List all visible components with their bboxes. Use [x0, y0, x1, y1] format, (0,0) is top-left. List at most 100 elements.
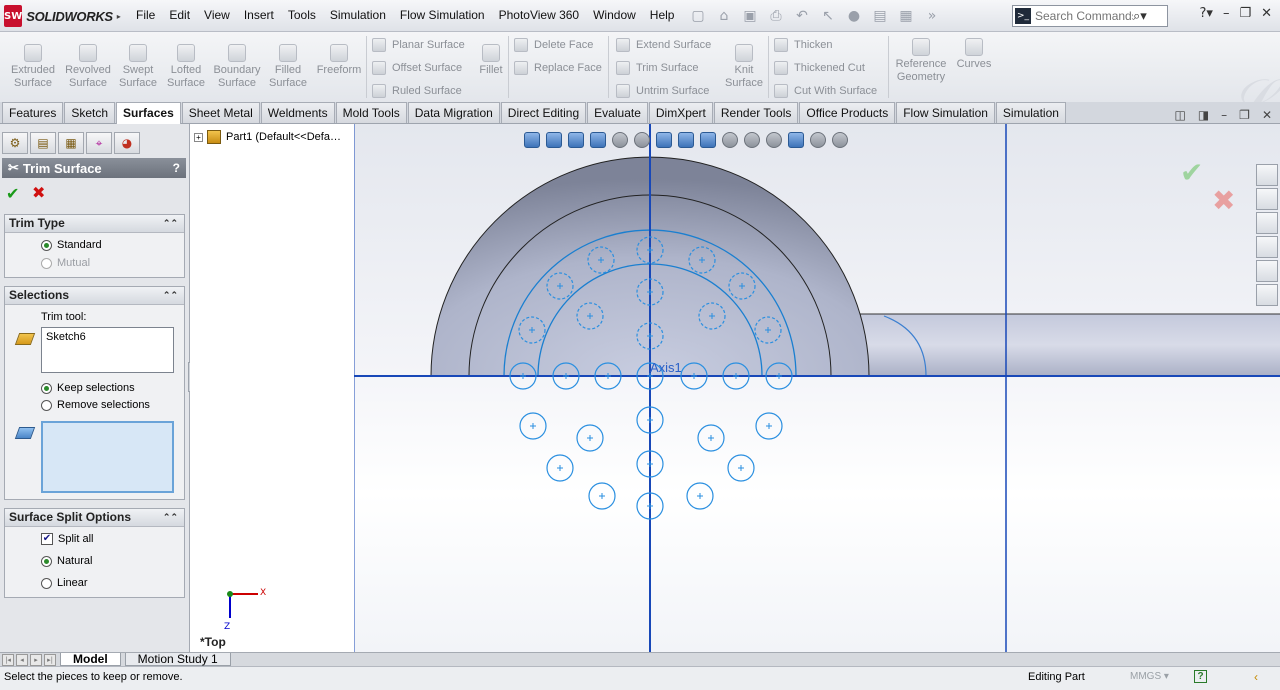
tab-motion-study-1[interactable]: Motion Study 1 [124, 653, 231, 666]
last-tab-icon[interactable]: ▸| [44, 653, 56, 666]
print-icon[interactable]: ⎙ [766, 6, 786, 26]
group-header[interactable]: Trim Type ⌃⌃ [5, 215, 184, 233]
tab-features[interactable]: Features [2, 102, 64, 123]
solidworks-logo[interactable]: SW SOLIDWORKS ▸ [4, 4, 121, 28]
search-icon[interactable]: ⌕▾ [1133, 9, 1147, 24]
trim-tool-field[interactable]: Sketch6 [41, 327, 174, 373]
help-icon[interactable]: ? [173, 161, 180, 175]
chevron-right-icon[interactable]: ▸ [117, 12, 121, 21]
remove-selections-radio[interactable]: Remove selections [41, 399, 150, 411]
extruded-surface-button[interactable]: Extruded Surface [8, 44, 58, 90]
tab-data-migration[interactable]: Data Migration [407, 102, 500, 123]
menu-flow-simulation[interactable]: Flow Simulation [400, 8, 485, 22]
split-all-checkbox[interactable]: ✔ Split all [41, 533, 93, 545]
appearances-icon[interactable] [1256, 260, 1278, 282]
group-header[interactable]: Selections ⌃⌃ [5, 287, 184, 305]
delete-face-button[interactable]: Delete Face [514, 38, 593, 52]
extend-surface-button[interactable]: Extend Surface [616, 38, 711, 52]
lofted-surface-button[interactable]: Lofted Surface [164, 44, 208, 90]
menu-edit[interactable]: Edit [169, 8, 190, 22]
menu-photoview[interactable]: PhotoView 360 [499, 8, 580, 22]
zoom-to-area-icon[interactable] [634, 132, 650, 148]
ok-button[interactable]: ✔ [6, 184, 19, 203]
save-icon[interactable]: ▣ [740, 6, 760, 26]
confirmation-ok-icon[interactable]: ✔ [1180, 156, 1203, 189]
standard-radio[interactable]: Standard [41, 239, 102, 251]
pieces-to-keep-field[interactable] [41, 421, 174, 493]
help-icon[interactable]: ?▾ [1200, 6, 1213, 21]
offset-surface-button[interactable]: Offset Surface [372, 61, 462, 75]
group-header[interactable]: Surface Split Options ⌃⌃ [5, 509, 184, 527]
cancel-button[interactable]: ✖ [32, 183, 45, 202]
cascade-icon[interactable]: ◨ [1198, 108, 1209, 122]
previous-view-icon[interactable] [524, 132, 540, 148]
restore-icon[interactable]: ❐ [1239, 6, 1251, 21]
view-orientation-icon[interactable] [678, 132, 694, 148]
menu-help[interactable]: Help [650, 8, 675, 22]
boundary-surface-button[interactable]: Boundary Surface [212, 44, 262, 90]
collapse-chevron-icon[interactable]: ⌃⌃ [163, 287, 178, 304]
realview-icon[interactable] [810, 132, 826, 148]
tab-surfaces[interactable]: Surfaces [116, 102, 181, 124]
tab-evaluate[interactable]: Evaluate [587, 102, 648, 123]
menu-view[interactable]: View [204, 8, 230, 22]
reference-geometry-button[interactable]: Reference Geometry [894, 38, 948, 84]
doc-minimize-icon[interactable]: – [1221, 108, 1227, 122]
tab-simulation[interactable]: Simulation [995, 102, 1066, 123]
tab-direct-editing[interactable]: Direct Editing [500, 102, 587, 123]
first-tab-icon[interactable]: |◂ [2, 653, 14, 666]
undo-icon[interactable]: ↶ [792, 6, 812, 26]
more-icon[interactable]: » [922, 6, 942, 26]
knit-surface-button[interactable]: Knit Surface [722, 44, 766, 90]
property-manager-icon[interactable]: ▤ [30, 132, 56, 154]
expand-icon[interactable]: + [194, 132, 203, 142]
feature-manager-icon[interactable]: ⚙ [2, 132, 28, 154]
fillet-button[interactable]: Fillet [476, 44, 506, 77]
doc-restore-icon[interactable]: ❐ [1239, 108, 1250, 122]
solidworks-resources-icon[interactable] [1256, 164, 1278, 186]
tab-sheet-metal[interactable]: Sheet Metal [181, 102, 260, 123]
quick-tips-icon[interactable]: ? [1194, 670, 1207, 683]
shadows-icon[interactable] [832, 132, 848, 148]
minimize-icon[interactable]: – [1223, 6, 1230, 21]
display-manager-icon[interactable]: ◕ [114, 132, 140, 154]
collapse-chevron-icon[interactable]: ⌃⌃ [163, 509, 178, 526]
tab-dimxpert[interactable]: DimXpert [648, 102, 713, 123]
dimxpert-manager-icon[interactable]: ⌖ [86, 132, 112, 154]
top-view-icon[interactable] [590, 132, 606, 148]
pipe-body[interactable] [854, 314, 1280, 376]
doc-close-icon[interactable]: ✕ [1262, 108, 1272, 122]
revolved-surface-button[interactable]: Revolved Surface [62, 44, 114, 90]
menu-file[interactable]: File [136, 8, 155, 22]
new-document-icon[interactable]: ▢ [688, 6, 708, 26]
tab-render-tools[interactable]: Render Tools [713, 102, 799, 123]
thicken-button[interactable]: Thicken [774, 38, 833, 52]
tab-weldments[interactable]: Weldments [260, 102, 335, 123]
section-view-icon[interactable] [656, 132, 672, 148]
front-view-icon[interactable] [568, 132, 584, 148]
edit-appearance-icon[interactable] [744, 132, 760, 148]
natural-radio[interactable]: Natural [41, 555, 92, 567]
custom-properties-icon[interactable] [1256, 284, 1278, 306]
next-tab-icon[interactable]: ▸ [30, 653, 42, 666]
display-style-icon[interactable] [700, 132, 716, 148]
thickened-cut-button[interactable]: Thickened Cut [774, 61, 865, 75]
search-input[interactable] [1035, 9, 1133, 23]
untrim-surface-button[interactable]: Untrim Surface [616, 84, 709, 98]
design-library-icon[interactable] [1256, 188, 1278, 210]
tile-icon[interactable]: ◫ [1174, 108, 1185, 122]
graphics-area[interactable]: ✔ ✖ Axis1 [354, 124, 1280, 652]
units-selector[interactable]: MMGS ▾ [1130, 671, 1169, 682]
freeform-button[interactable]: Freeform [314, 44, 364, 77]
cut-with-surface-button[interactable]: Cut With Surface [774, 84, 877, 98]
apply-scene-icon[interactable] [766, 132, 782, 148]
previous-tab-icon[interactable]: ◂ [16, 653, 28, 666]
zoom-to-fit-icon[interactable] [612, 132, 628, 148]
view-cube-icon[interactable] [546, 132, 562, 148]
open-icon[interactable]: ⌂ [714, 6, 734, 26]
menu-tools[interactable]: Tools [288, 8, 316, 22]
tab-sketch[interactable]: Sketch [64, 102, 116, 123]
file-explorer-icon[interactable] [1256, 212, 1278, 234]
select-icon[interactable]: ↖ [818, 6, 838, 26]
menu-window[interactable]: Window [593, 8, 636, 22]
